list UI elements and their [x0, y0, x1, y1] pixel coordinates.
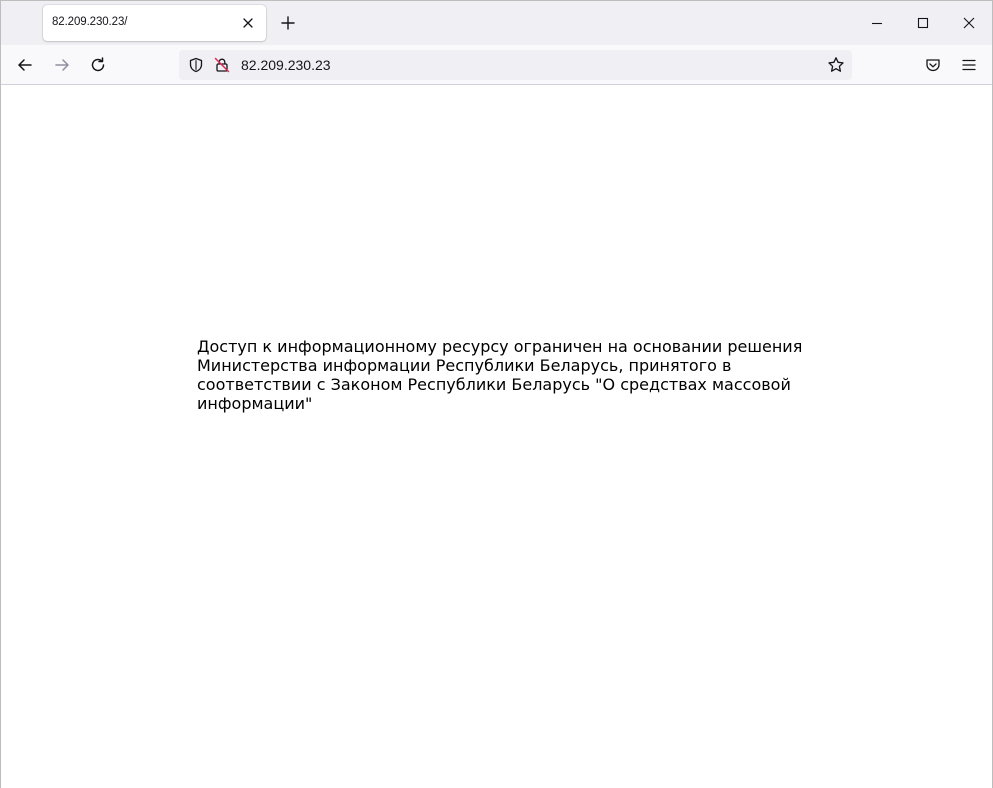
- tab-active[interactable]: 82.209.230.23/: [43, 5, 266, 41]
- window-close-button[interactable]: [946, 1, 992, 45]
- browser-window: 82.209.230.23/ 82.209.230.23 Доступ к ин…: [0, 0, 993, 788]
- access-restricted-message: Доступ к информационному ресурсу огранич…: [197, 337, 803, 413]
- tab-strip: 82.209.230.23/: [1, 1, 992, 45]
- hamburger-menu-icon: [962, 59, 976, 71]
- navigation-toolbar: 82.209.230.23: [1, 45, 992, 85]
- address-bar[interactable]: 82.209.230.23: [179, 50, 852, 80]
- minimize-button[interactable]: [854, 1, 900, 45]
- arrow-left-icon: [18, 59, 32, 71]
- page-content: Доступ к информационному ресурсу огранич…: [1, 86, 992, 788]
- star-icon[interactable]: [826, 55, 846, 75]
- insecure-lock-icon[interactable]: [212, 55, 232, 75]
- pocket-button[interactable]: [919, 51, 947, 79]
- shield-icon[interactable]: [186, 55, 206, 75]
- url-text[interactable]: 82.209.230.23: [241, 57, 331, 73]
- reload-button[interactable]: [84, 51, 112, 79]
- tab-title: 82.209.230.23/: [52, 16, 128, 28]
- pocket-icon: [926, 59, 940, 72]
- forward-button[interactable]: [48, 51, 76, 79]
- tab-close-icon[interactable]: [238, 13, 258, 33]
- maximize-icon: [917, 17, 929, 29]
- plus-icon: [281, 16, 295, 30]
- back-button[interactable]: [11, 51, 39, 79]
- maximize-button[interactable]: [900, 1, 946, 45]
- close-icon: [963, 17, 975, 29]
- minimize-icon: [872, 22, 882, 25]
- arrow-right-icon: [55, 59, 69, 71]
- menu-button[interactable]: [955, 51, 983, 79]
- new-tab-button[interactable]: [277, 12, 299, 34]
- reload-icon: [91, 57, 105, 72]
